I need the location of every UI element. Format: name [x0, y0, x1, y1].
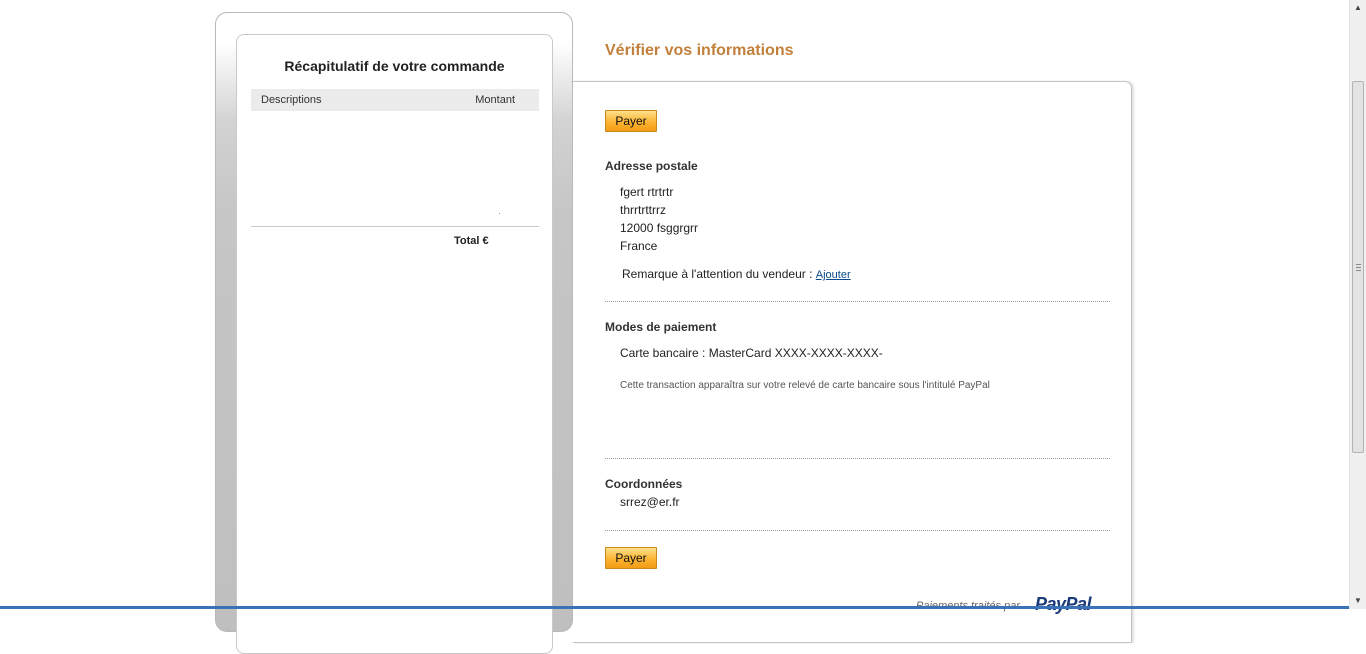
order-summary-header: Descriptions Montant [251, 89, 539, 111]
address-line-2: thrrtrttrrz [620, 203, 666, 217]
column-descriptions: Descriptions [261, 94, 322, 106]
payment-title: Modes de paiement [605, 320, 717, 334]
add-remark-link[interactable]: Ajouter [816, 269, 851, 281]
page-title: Vérifier vos informations [605, 42, 794, 59]
scroll-thumb[interactable] [1352, 81, 1364, 453]
seller-remark: Remarque à l'attention du vendeur : Ajou… [622, 267, 851, 281]
address-line-1: fgert rtrtrtr [620, 185, 674, 199]
column-amount: Montant [475, 94, 515, 106]
scroll-up-icon[interactable]: ▲ [1352, 1, 1364, 14]
address-line-3: 12000 fsggrgrr [620, 221, 699, 235]
order-total: Total € [454, 235, 489, 247]
address-line-4: France [620, 239, 658, 253]
grip-line [1356, 267, 1361, 268]
grip-line [1356, 270, 1361, 271]
pay-button-top[interactable]: Payer [605, 110, 657, 132]
summary-separator [251, 226, 539, 227]
paypal-logo: PayPal [1035, 594, 1092, 614]
scroll-down-icon[interactable]: ▼ [1352, 594, 1364, 607]
contact-title: Coordonnées [605, 477, 683, 491]
summary-dot [499, 213, 500, 214]
divider [605, 301, 1110, 302]
order-summary-panel: Récapitulatif de votre commande Descript… [215, 12, 573, 654]
contact-email: srrez@er.fr [620, 495, 680, 509]
grip-line [1356, 264, 1361, 265]
vertical-scrollbar[interactable]: ▲ ▼ [1349, 0, 1366, 609]
divider [605, 458, 1110, 459]
divider [605, 530, 1110, 531]
order-summary-title: Récapitulatif de votre commande [284, 58, 505, 74]
card-line: Carte bancaire : MasterCard XXXX-XXXX-XX… [620, 346, 883, 360]
seller-remark-label: Remarque à l'attention du vendeur : [622, 267, 813, 281]
statement-note: Cette transaction apparaîtra sur votre r… [620, 380, 990, 391]
order-summary-card: Récapitulatif de votre commande Descript… [236, 34, 553, 654]
address-title: Adresse postale [605, 159, 698, 173]
pay-button-bottom[interactable]: Payer [605, 547, 657, 569]
